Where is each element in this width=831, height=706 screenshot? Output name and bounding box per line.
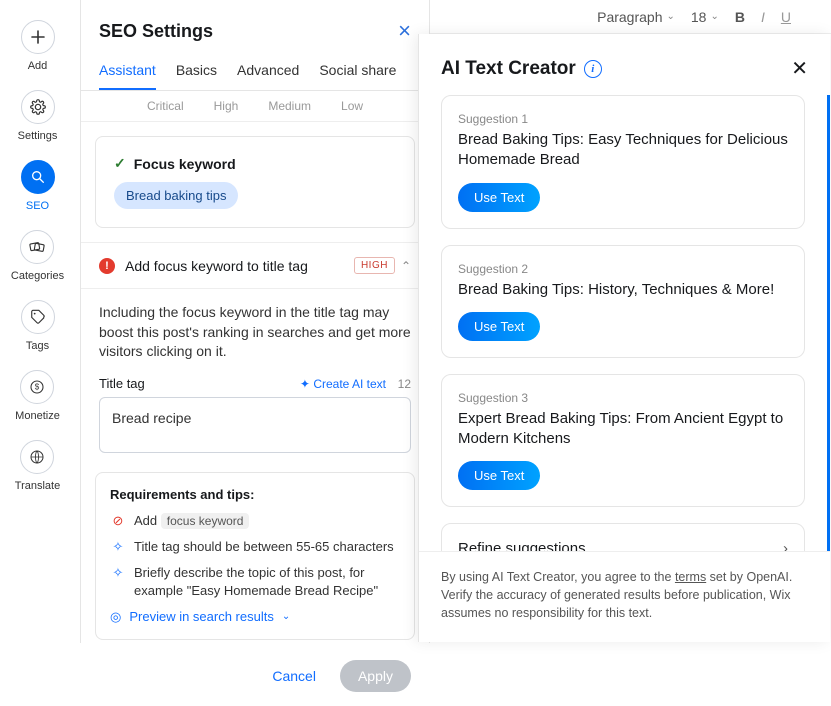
plus-icon	[21, 20, 55, 54]
chevron-down-icon: ⌄	[667, 11, 675, 22]
info-icon[interactable]: i	[584, 60, 602, 78]
title-tag-block: Title tag ✦ Create AI text 12	[81, 376, 429, 472]
seo-tabs: Assistant Basics Advanced Social share	[81, 52, 429, 91]
req-tip-length: Title tag should be between 55-65 charac…	[134, 538, 394, 556]
chevron-down-icon: ⌄	[282, 611, 290, 622]
cancel-button[interactable]: Cancel	[258, 660, 330, 692]
left-rail: Add Settings SEO Categories Tags $ Monet…	[0, 0, 75, 643]
rail-add-label: Add	[28, 60, 48, 72]
rail-tags-label: Tags	[26, 340, 49, 352]
title-tag-input[interactable]	[99, 397, 411, 453]
chevron-right-icon: ›	[783, 540, 788, 550]
search-icon	[21, 160, 55, 194]
tab-social-share[interactable]: Social share	[319, 52, 396, 90]
dollar-icon: $	[20, 370, 54, 404]
rail-settings[interactable]: Settings	[18, 90, 58, 142]
use-text-button[interactable]: Use Text	[458, 461, 540, 490]
suggestion-text: Expert Bread Baking Tips: From Ancient E…	[458, 409, 788, 450]
rail-categories-label: Categories	[11, 270, 64, 282]
rail-categories[interactable]: Categories	[11, 230, 64, 282]
svg-text:$: $	[35, 383, 40, 392]
title-tag-label: Title tag	[99, 376, 145, 391]
check-icon: ✓	[114, 155, 126, 172]
warning-text: Add focus keyword to title tag	[125, 258, 308, 274]
focus-keyword-label: Focus keyword	[134, 156, 236, 172]
rail-tags[interactable]: Tags	[21, 300, 55, 352]
error-icon: ⊘	[110, 512, 126, 530]
apply-button[interactable]: Apply	[340, 660, 411, 692]
suggestion-card-2: Suggestion 2 Bread Baking Tips: History,…	[441, 245, 805, 358]
rail-monetize[interactable]: $ Monetize	[15, 370, 60, 422]
suggestion-label: Suggestion 1	[458, 112, 788, 126]
filter-high[interactable]: High	[214, 99, 239, 113]
globe-icon	[20, 440, 54, 474]
suggestion-text: Bread Baking Tips: Easy Techniques for D…	[458, 130, 788, 171]
paragraph-style-dropdown[interactable]: Paragraph⌄	[597, 9, 675, 25]
rail-add[interactable]: Add	[21, 20, 55, 72]
filter-critical[interactable]: Critical	[147, 99, 184, 113]
ai-suggestions-body: Suggestion 1 Bread Baking Tips: Easy Tec…	[419, 95, 830, 551]
lightbulb-icon: ✧	[110, 538, 126, 556]
preview-link[interactable]: ◎ Preview in search results ⌄	[110, 609, 400, 625]
italic-button[interactable]: I	[761, 9, 765, 25]
bold-button[interactable]: B	[735, 9, 745, 25]
tag-icon	[21, 300, 55, 334]
ai-footer: By using AI Text Creator, you agree to t…	[419, 551, 830, 642]
rail-settings-label: Settings	[18, 130, 58, 142]
close-icon[interactable]: ✕	[791, 56, 808, 81]
requirements-heading: Requirements and tips:	[110, 487, 400, 502]
warning-description: Including the focus keyword in the title…	[81, 289, 429, 376]
font-size-dropdown[interactable]: 18⌄	[691, 9, 719, 25]
rail-translate-label: Translate	[15, 480, 60, 492]
refine-suggestions[interactable]: Refine suggestions ›	[441, 523, 805, 550]
requirements-card: Requirements and tips: ⊘ Add focus keywo…	[95, 472, 415, 640]
suggestion-card-1: Suggestion 1 Bread Baking Tips: Easy Tec…	[441, 95, 805, 229]
suggestion-text: Bread Baking Tips: History, Techniques &…	[458, 280, 788, 300]
req-tip-describe: Briefly describe the topic of this post,…	[134, 564, 400, 600]
rail-seo[interactable]: SEO	[21, 160, 55, 212]
seo-title: SEO Settings	[99, 21, 213, 42]
suggestion-card-3: Suggestion 3 Expert Bread Baking Tips: F…	[441, 374, 805, 508]
filter-low[interactable]: Low	[341, 99, 363, 113]
suggestion-label: Suggestion 2	[458, 262, 788, 276]
char-count: 12	[398, 377, 411, 391]
req-add: Add focus keyword	[134, 512, 249, 530]
underline-button[interactable]: U	[781, 9, 791, 25]
eye-icon: ◎	[110, 609, 121, 625]
create-ai-text-link[interactable]: ✦ Create AI text	[300, 377, 386, 391]
tab-basics[interactable]: Basics	[176, 52, 217, 90]
seo-actions: Cancel Apply	[81, 652, 429, 706]
suggestion-label: Suggestion 3	[458, 391, 788, 405]
close-icon[interactable]: ×	[398, 18, 411, 44]
chevron-up-icon: ⌃	[401, 259, 411, 273]
keyword-chip[interactable]: Bread baking tips	[114, 182, 238, 209]
rail-seo-label: SEO	[26, 200, 49, 212]
lightbulb-icon: ✧	[110, 564, 126, 582]
rail-translate[interactable]: Translate	[15, 440, 60, 492]
error-icon: !	[99, 258, 115, 274]
terms-link[interactable]: terms	[675, 570, 706, 584]
gear-icon	[21, 90, 55, 124]
warning-row[interactable]: ! Add focus keyword to title tag HIGH ⌃	[81, 242, 429, 289]
priority-badge: HIGH	[354, 257, 395, 274]
use-text-button[interactable]: Use Text	[458, 312, 540, 341]
use-text-button[interactable]: Use Text	[458, 183, 540, 212]
filter-row: Critical High Medium Low	[81, 91, 429, 122]
editor-toolbar: Paragraph⌄ 18⌄ B I U	[430, 0, 831, 34]
ai-panel-title: AI Text Creator i	[441, 58, 602, 80]
filter-medium[interactable]: Medium	[268, 99, 311, 113]
tab-assistant[interactable]: Assistant	[99, 52, 156, 90]
rail-monetize-label: Monetize	[15, 410, 60, 422]
chevron-down-icon: ⌄	[710, 11, 718, 22]
seo-panel: SEO Settings × Assistant Basics Advanced…	[80, 0, 430, 643]
focus-keyword-card: ✓ Focus keyword Bread baking tips	[95, 136, 415, 228]
ai-text-creator-panel: AI Text Creator i ✕ Suggestion 1 Bread B…	[418, 34, 830, 642]
tab-advanced[interactable]: Advanced	[237, 52, 299, 90]
cards-icon	[20, 230, 54, 264]
